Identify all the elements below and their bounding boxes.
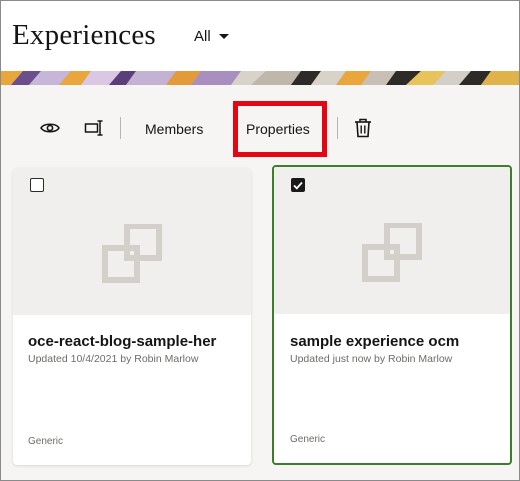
card-thumbnail — [13, 168, 251, 315]
card-select-checkbox[interactable] — [291, 178, 305, 192]
card-title[interactable]: sample experience ocm — [290, 333, 500, 350]
card-type-label: Generic — [290, 434, 326, 445]
page-header: Experiences All — [1, 1, 519, 71]
toolbar-divider — [337, 117, 338, 139]
toolbar-divider — [120, 117, 121, 139]
rename-cursor-icon[interactable] — [82, 116, 106, 140]
card-thumbnail — [274, 167, 510, 314]
decorative-banner — [1, 71, 519, 85]
trash-icon[interactable] — [351, 116, 375, 140]
card-updated-meta: Updated 10/4/2021 by Robin Marlow — [28, 353, 199, 365]
card-updated-meta: Updated just now by Robin Marlow — [290, 353, 453, 365]
checkmark-icon — [293, 181, 303, 190]
properties-button[interactable]: Properties — [246, 121, 310, 137]
card-type-label: Generic — [28, 436, 64, 447]
app-window: Experiences All Members Properties oce-r… — [0, 0, 520, 481]
toolbar: Members Properties — [1, 101, 519, 157]
experience-card-selected[interactable]: sample experience ocm Updated just now b… — [272, 165, 512, 465]
filter-dropdown[interactable]: All — [194, 28, 229, 45]
banner-pattern-icon — [1, 71, 519, 85]
caret-down-icon — [218, 34, 229, 39]
experience-placeholder-icon — [362, 223, 422, 282]
card-select-checkbox[interactable] — [30, 178, 44, 192]
experience-card[interactable]: oce-react-blog-sample-her Updated 10/4/2… — [13, 168, 251, 465]
members-button[interactable]: Members — [145, 121, 203, 137]
experience-placeholder-icon — [102, 224, 162, 283]
page-title: Experiences — [12, 19, 156, 51]
eye-icon[interactable] — [38, 116, 62, 140]
filter-dropdown-label: All — [194, 28, 211, 45]
card-title[interactable]: oce-react-blog-sample-her — [28, 333, 238, 350]
